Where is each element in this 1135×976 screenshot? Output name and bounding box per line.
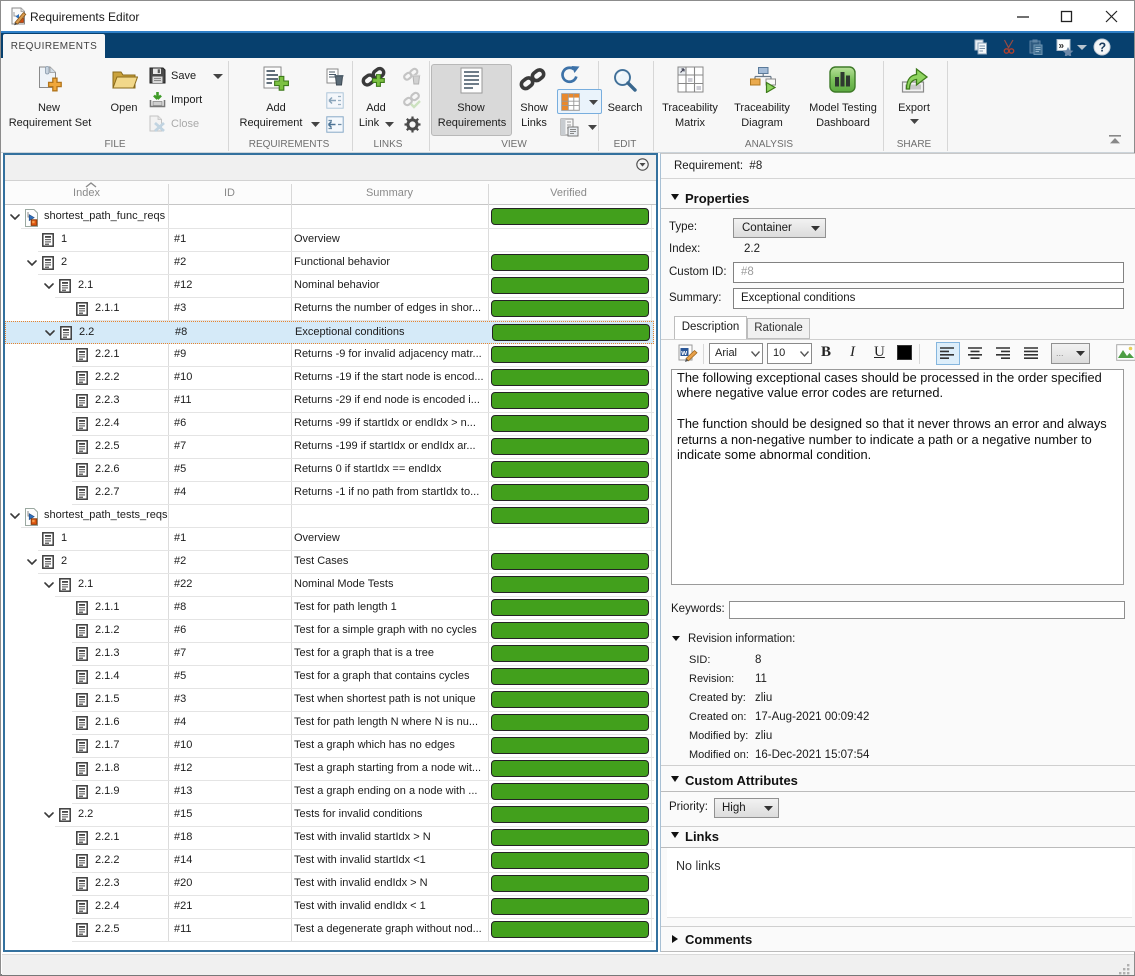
svg-text:w: w [680,348,687,357]
svg-text:?: ? [1099,41,1107,55]
svg-text:»: » [1059,41,1065,52]
